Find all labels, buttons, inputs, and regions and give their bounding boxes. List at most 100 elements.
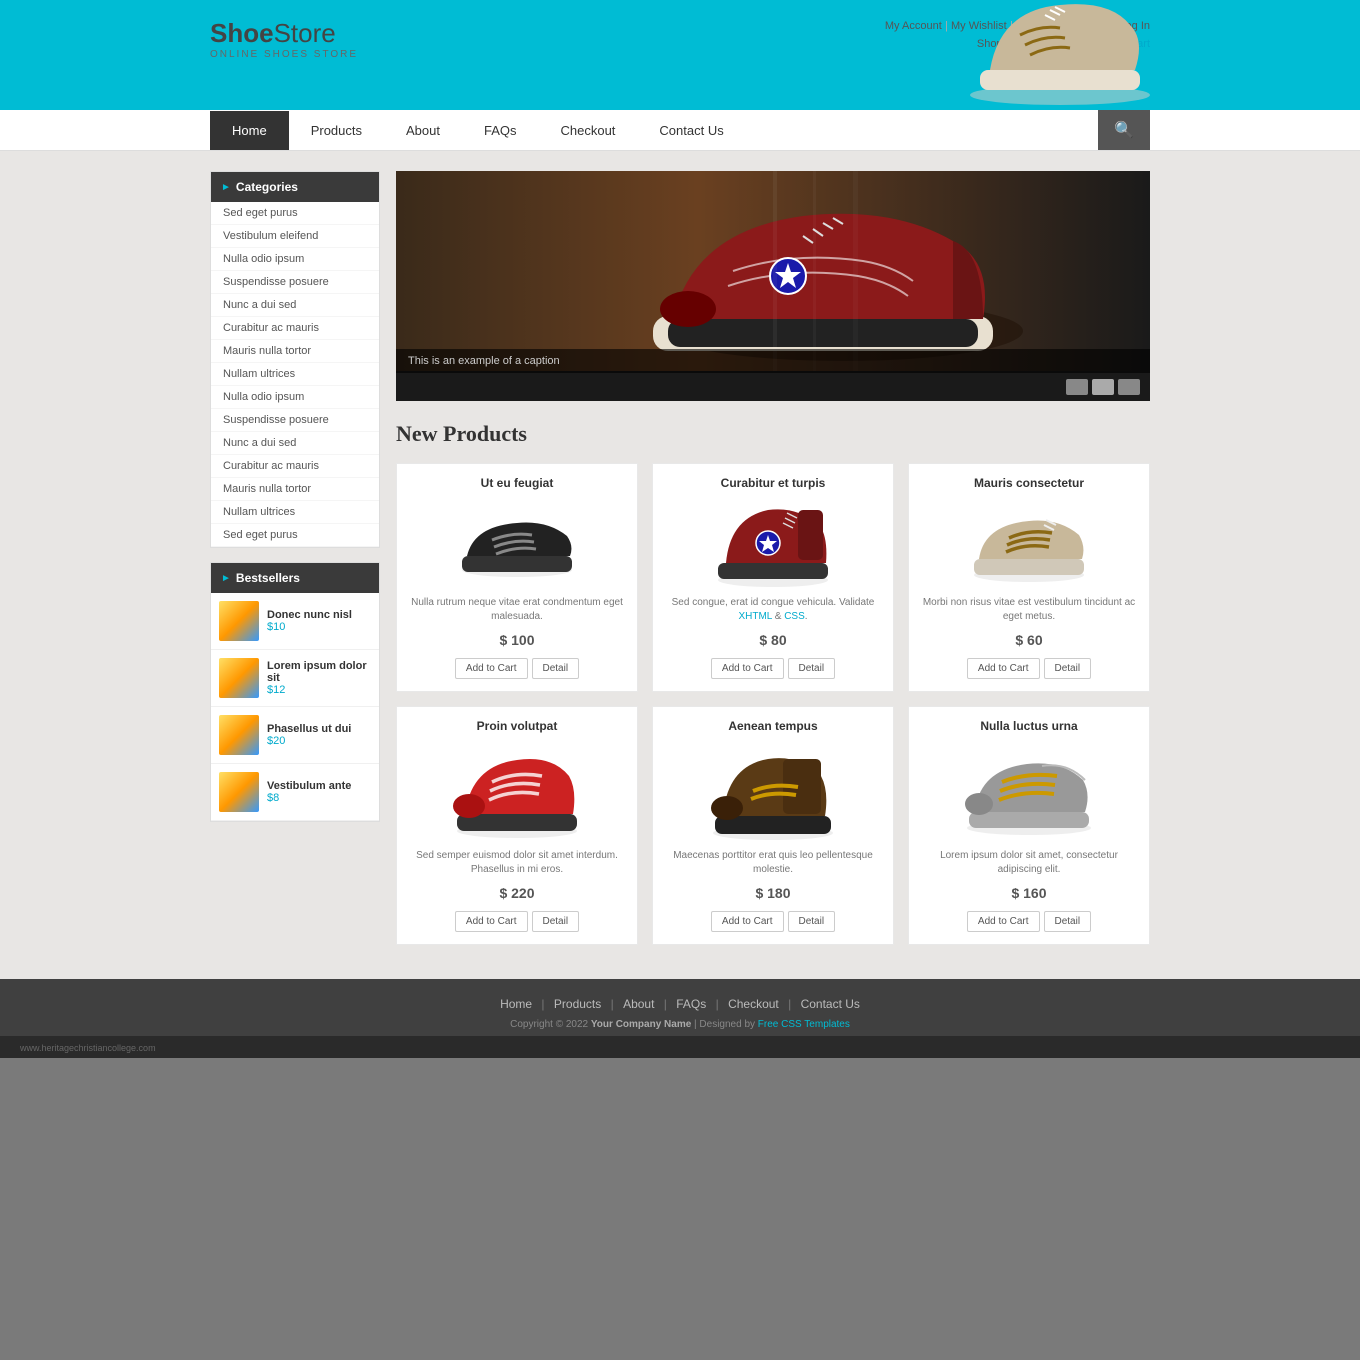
nav-contact[interactable]: Contact Us <box>637 111 745 150</box>
products-row-2: Proin volutpat <box>396 706 1150 945</box>
product-price: $ 100 <box>409 632 625 648</box>
category-item[interactable]: Suspendisse posuere <box>211 271 379 294</box>
categories-header: ► Categories <box>211 172 379 202</box>
slider-dot-1[interactable] <box>1066 379 1088 395</box>
nav-faqs[interactable]: FAQs <box>462 111 539 150</box>
add-to-cart-btn[interactable]: Add to Cart <box>455 658 528 679</box>
categories-section: ► Categories Sed eget purus Vestibulum e… <box>210 171 380 548</box>
product-image <box>921 498 1137 588</box>
category-item[interactable]: Mauris nulla tortor <box>211 340 379 363</box>
my-account-link[interactable]: My Account <box>885 20 942 32</box>
nav-products[interactable]: Products <box>289 111 384 150</box>
product-price: $ 80 <box>665 632 881 648</box>
category-item[interactable]: Curabitur ac mauris <box>211 317 379 340</box>
slider-dot-3[interactable] <box>1118 379 1140 395</box>
product-desc: Lorem ipsum dolor sit amet, consectetur … <box>921 849 1137 877</box>
category-item[interactable]: Sed eget purus <box>211 524 379 547</box>
bestseller-name: Vestibulum ante <box>267 780 351 792</box>
product-card: Proin volutpat <box>396 706 638 945</box>
add-to-cart-btn[interactable]: Add to Cart <box>967 911 1040 932</box>
add-to-cart-btn[interactable]: Add to Cart <box>711 911 784 932</box>
logo-area: ShoeStore Online Shoes Store <box>210 18 358 60</box>
product-desc: Sed congue, erat id congue vehicula. Val… <box>665 596 881 624</box>
product-image <box>409 498 625 588</box>
product-price: $ 160 <box>921 885 1137 901</box>
product-image <box>409 741 625 841</box>
product-price: $ 220 <box>409 885 625 901</box>
logo-subtitle: Online Shoes Store <box>210 49 358 60</box>
footer-sep: | <box>664 997 667 1011</box>
nav-about[interactable]: About <box>384 111 462 150</box>
nav-checkout[interactable]: Checkout <box>539 111 638 150</box>
detail-btn[interactable]: Detail <box>788 658 836 679</box>
bestseller-item[interactable]: Lorem ipsum dolor sit $12 <box>211 650 379 707</box>
category-item[interactable]: Mauris nulla tortor <box>211 478 379 501</box>
detail-btn[interactable]: Detail <box>532 658 580 679</box>
bestseller-item[interactable]: Donec nunc nisl $10 <box>211 593 379 650</box>
detail-btn[interactable]: Detail <box>788 911 836 932</box>
product-name: Ut eu feugiat <box>409 476 625 490</box>
footer-sep: | <box>541 997 544 1011</box>
bestseller-item[interactable]: Phasellus ut dui $20 <box>211 707 379 764</box>
detail-btn[interactable]: Detail <box>532 911 580 932</box>
product-desc: Morbi non risus vitae est vestibulum tin… <box>921 596 1137 624</box>
footer-copyright: Copyright © 2022 Your Company Name | Des… <box>210 1019 1150 1030</box>
category-item[interactable]: Curabitur ac mauris <box>211 455 379 478</box>
category-item[interactable]: Nullam ultrices <box>211 501 379 524</box>
category-item[interactable]: Nulla odio ipsum <box>211 386 379 409</box>
sidebar: ► Categories Sed eget purus Vestibulum e… <box>210 171 380 959</box>
footer-about-link[interactable]: About <box>623 997 654 1011</box>
logo-title: ShoeStore <box>210 18 358 49</box>
category-item[interactable]: Suspendisse posuere <box>211 409 379 432</box>
search-icon: 🔍 <box>1114 120 1134 140</box>
add-to-cart-btn[interactable]: Add to Cart <box>711 658 784 679</box>
image-slider: This is an example of a caption <box>396 171 1150 401</box>
content-area: This is an example of a caption New Prod… <box>396 171 1150 959</box>
new-products-title: New Products <box>396 421 1150 447</box>
category-item[interactable]: Nunc a dui sed <box>211 432 379 455</box>
bestseller-thumb <box>219 601 259 641</box>
footer: Home | Products | About | FAQs | Checkou… <box>0 979 1360 1036</box>
product-desc: Sed semper euismod dolor sit amet interd… <box>409 849 625 877</box>
footer-designer-link[interactable]: Free CSS Templates <box>758 1019 850 1030</box>
footer-sep: | <box>611 997 614 1011</box>
bestseller-thumb <box>219 715 259 755</box>
bestseller-item[interactable]: Vestibulum ante $8 <box>211 764 379 821</box>
product-card: Aenean tempus <box>652 706 894 945</box>
footer-sep: | <box>788 997 791 1011</box>
slider-dot-2[interactable] <box>1092 379 1114 395</box>
category-item[interactable]: Nunc a dui sed <box>211 294 379 317</box>
footer-products-link[interactable]: Products <box>554 997 601 1011</box>
add-to-cart-btn[interactable]: Add to Cart <box>455 911 528 932</box>
search-box[interactable]: 🔍 <box>1098 110 1150 150</box>
new-products-section: New Products Ut eu feugiat <box>396 421 1150 945</box>
add-to-cart-btn[interactable]: Add to Cart <box>967 658 1040 679</box>
footer-faqs-link[interactable]: FAQs <box>676 997 706 1011</box>
footer-contact-link[interactable]: Contact Us <box>801 997 860 1011</box>
bestseller-price: $12 <box>267 684 371 696</box>
product-card: Curabitur et turpis <box>652 463 894 692</box>
detail-btn[interactable]: Detail <box>1044 911 1092 932</box>
slider-dots <box>1066 379 1140 395</box>
product-desc: Nulla rutrum neque vitae erat condmentum… <box>409 596 625 624</box>
detail-btn[interactable]: Detail <box>1044 658 1092 679</box>
nav-home[interactable]: Home <box>210 111 289 150</box>
footer-home-link[interactable]: Home <box>500 997 532 1011</box>
product-price: $ 60 <box>921 632 1137 648</box>
product-price: $ 180 <box>665 885 881 901</box>
product-card: Ut eu feugiat Nulla rutrum neque vitae e… <box>396 463 638 692</box>
footer-checkout-link[interactable]: Checkout <box>728 997 779 1011</box>
category-item[interactable]: Nullam ultrices <box>211 363 379 386</box>
category-item[interactable]: Vestibulum eleifend <box>211 225 379 248</box>
bestseller-thumb <box>219 658 259 698</box>
main-content: ► Categories Sed eget purus Vestibulum e… <box>210 151 1150 979</box>
category-item[interactable]: Sed eget purus <box>211 202 379 225</box>
product-name: Aenean tempus <box>665 719 881 733</box>
product-card: Mauris consectetur <box>908 463 1150 692</box>
category-item[interactable]: Nulla odio ipsum <box>211 248 379 271</box>
product-image <box>665 498 881 588</box>
product-image <box>665 741 881 841</box>
footer-sep: | <box>716 997 719 1011</box>
product-name: Mauris consectetur <box>921 476 1137 490</box>
bestseller-thumb <box>219 772 259 812</box>
